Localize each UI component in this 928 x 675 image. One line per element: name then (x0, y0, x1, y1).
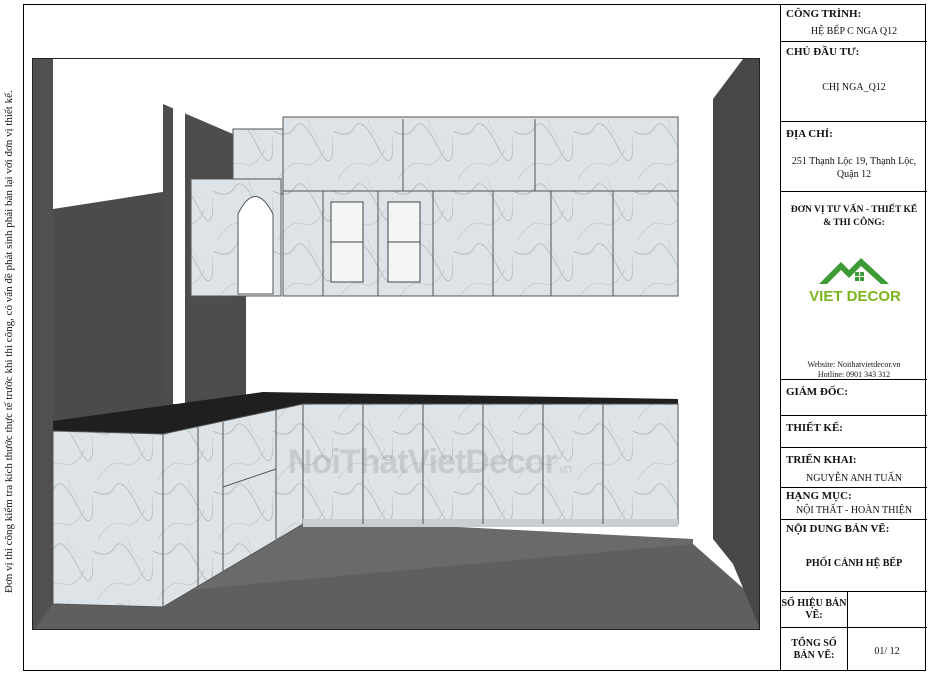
tong-so-cell: TỔNG SỐ BẢN VẼ: 01/ 12 (781, 628, 927, 671)
noi-dung-cell: NỘI DUNG BẢN VẼ: PHỐI CẢNH HỆ BẾP (781, 520, 927, 592)
dia-chi-cell: ĐỊA CHỈ: 251 Thạnh Lộc 19, Thạnh Lộc, Qu… (781, 122, 927, 192)
thiet-ke-label: THIẾT KẾ: (786, 422, 843, 434)
giam-doc-label: GIÁM ĐỐC: (786, 386, 849, 398)
so-hieu-label-2: VẼ: (805, 610, 823, 621)
noi-dung-label: NỘI DUNG BẢN VẼ: (786, 523, 890, 535)
tong-so-label-1: TỔNG SỐ (791, 638, 837, 649)
dia-chi-line2: Quận 12 (836, 169, 872, 180)
don-vi-line2: & THI CÔNG: (823, 218, 885, 228)
tong-so-label-2: BẢN VẼ: (793, 650, 835, 661)
dia-chi-line1: 251 Thạnh Lộc 19, Thạnh Lộc, (791, 156, 917, 167)
tong-so-value: 01/ 12 (874, 646, 900, 657)
hang-muc-label: HẠNG MỤC: (786, 490, 852, 502)
watermark: NoiThatVietDecor.vn (288, 443, 572, 481)
hotline-text: Hotline: 0901 343 312 (817, 370, 891, 379)
logo-text: VIET DECOR (809, 288, 901, 305)
chu-dau-tu-cell: CHỦ ĐẦU TƯ: CHỊ NGA_Q12 (781, 42, 927, 122)
chu-dau-tu-value: CHỊ NGA_Q12 (822, 82, 886, 93)
so-hieu-cell: SỐ HIỆU BẢN VẼ: (781, 592, 927, 628)
hang-muc-value: NỘI THẤT - HOÀN THIỆN (795, 505, 913, 516)
trien-khai-label: TRIỂN KHAI: (786, 454, 857, 466)
website-text: Website: Noithatvietdecor.vn (807, 360, 901, 369)
noi-dung-value: PHỐI CẢNH HỆ BẾP (805, 558, 903, 569)
cong-trinh-cell: CÔNG TRÌNH: HỆ BẾP C NGA Q12 (781, 4, 927, 42)
title-block: CÔNG TRÌNH: HỆ BẾP C NGA Q12 CHỦ ĐẦU TƯ:… (780, 4, 927, 671)
so-hieu-label-1: SỐ HIỆU BẢN (781, 598, 847, 609)
thiet-ke-cell: THIẾT KẾ: (781, 416, 927, 448)
trien-khai-cell: TRIỂN KHAI: NGUYỄN ANH TUẤN (781, 448, 927, 488)
viet-decor-logo-icon (819, 258, 889, 284)
hang-muc-cell: HẠNG MỤC: NỘI THẤT - HOÀN THIỆN (781, 488, 927, 520)
cong-trinh-label: CÔNG TRÌNH: (786, 8, 862, 20)
giam-doc-cell: GIÁM ĐỐC: (781, 380, 927, 416)
don-vi-cell: ĐƠN VỊ TƯ VẤN - THIẾT KẾ & THI CÔNG: VIE… (781, 192, 927, 380)
cong-trinh-value: HỆ BẾP C NGA Q12 (810, 26, 898, 37)
dia-chi-label: ĐỊA CHỈ: (786, 128, 833, 140)
side-note: Đơn vị thi công kiểm tra kích thước thực… (3, 90, 15, 594)
kitchen-perspective-drawing (32, 58, 760, 630)
don-vi-line1: ĐƠN VỊ TƯ VẤN - THIẾT KẾ (790, 205, 918, 215)
trien-khai-value: NGUYỄN ANH TUẤN (806, 473, 902, 484)
chu-dau-tu-label: CHỦ ĐẦU TƯ: (786, 46, 860, 58)
